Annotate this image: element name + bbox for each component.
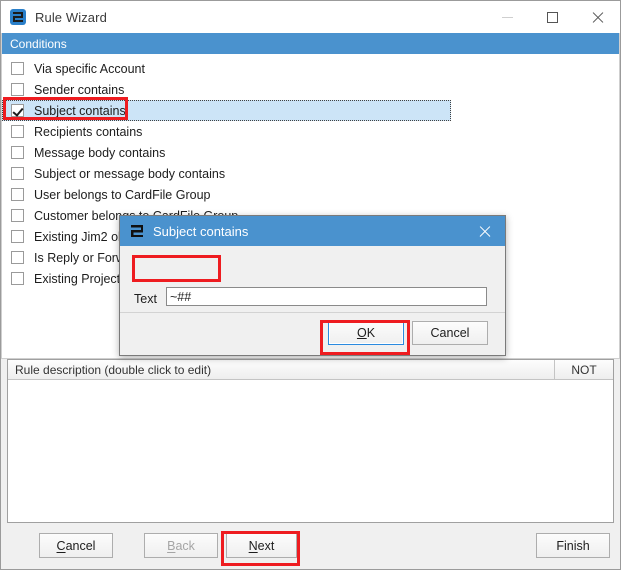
jim2-logo-icon (130, 224, 144, 238)
checkbox-icon[interactable] (11, 62, 24, 75)
dialog-close-button[interactable] (463, 216, 505, 246)
condition-label: Message body contains (34, 145, 166, 160)
cancel-button[interactable]: Cancel (39, 533, 113, 558)
close-icon (591, 11, 604, 24)
condition-label: Subject contains (34, 103, 126, 118)
checkbox-icon[interactable] (11, 167, 24, 180)
condition-label: User belongs to CardFile Group (34, 187, 211, 202)
condition-row[interactable]: Subject or message body contains (2, 163, 619, 184)
not-column-header[interactable]: NOT (555, 360, 613, 379)
finish-button[interactable]: Finish (536, 533, 610, 558)
condition-row[interactable]: Via specific Account (2, 58, 619, 79)
dialog-titlebar: Subject contains (120, 216, 505, 246)
ok-button[interactable]: OK (328, 321, 404, 345)
checkbox-icon[interactable] (11, 83, 24, 96)
condition-label: Subject or message body contains (34, 166, 226, 181)
checkbox-icon[interactable] (11, 146, 24, 159)
rule-description-body[interactable] (8, 380, 613, 522)
maximize-icon (547, 11, 558, 23)
checkbox-icon[interactable] (11, 209, 24, 222)
screenshot-root: Rule Wizard Conditions Via specific Acco… (0, 0, 621, 570)
close-button[interactable] (575, 1, 620, 33)
condition-label: Sender contains (34, 82, 125, 97)
checkbox-icon[interactable] (11, 188, 24, 201)
dialog-title: Subject contains (153, 223, 249, 239)
checkbox-checked-icon[interactable] (11, 104, 24, 117)
wizard-footer: Cancel Back Next Finish (1, 523, 620, 569)
dialog-body: Text ~## Regular Expression Case Sensiti… (120, 246, 505, 349)
window-controls (485, 1, 620, 33)
text-field-label: Text (134, 292, 157, 306)
checkbox-icon[interactable] (11, 230, 24, 243)
rule-description-grid[interactable]: Rule description (double click to edit) … (7, 359, 614, 523)
close-icon (478, 225, 491, 238)
condition-label: Via specific Account (34, 61, 145, 76)
checkbox-icon[interactable] (11, 272, 24, 285)
back-button[interactable]: Back (144, 533, 218, 558)
condition-row[interactable]: Subject contains (2, 100, 451, 121)
text-input-value: ~## (170, 289, 192, 304)
conditions-header: Conditions (1, 33, 620, 54)
condition-row[interactable]: Sender contains (2, 79, 619, 100)
dialog-footer: OK Cancel (120, 312, 505, 355)
subject-contains-dialog: Subject contains Text ~## Regular Expres… (119, 215, 506, 356)
text-input[interactable]: ~## (166, 287, 487, 306)
window-title: Rule Wizard (35, 9, 107, 25)
condition-row[interactable]: Recipients contains (2, 121, 619, 142)
rule-description-header-row: Rule description (double click to edit) … (8, 360, 613, 380)
jim2-logo-icon (10, 9, 26, 25)
maximize-button[interactable] (530, 1, 575, 33)
rule-description-column-header[interactable]: Rule description (double click to edit) (8, 360, 555, 379)
checkbox-icon[interactable] (11, 251, 24, 264)
window-titlebar: Rule Wizard (1, 1, 620, 33)
condition-label: Recipients contains (34, 124, 143, 139)
checkbox-icon[interactable] (11, 125, 24, 138)
condition-row[interactable]: User belongs to CardFile Group (2, 184, 619, 205)
dialog-cancel-button[interactable]: Cancel (412, 321, 488, 345)
minimize-icon (502, 16, 513, 18)
minimize-button[interactable] (485, 1, 530, 33)
next-button[interactable]: Next (226, 533, 297, 558)
condition-row[interactable]: Message body contains (2, 142, 619, 163)
